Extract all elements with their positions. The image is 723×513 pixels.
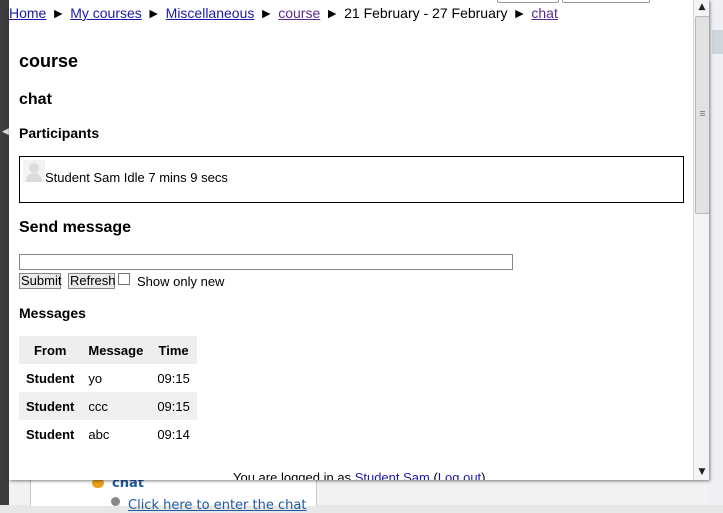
background-right-strip	[712, 30, 723, 54]
show-only-new-checkbox[interactable]	[118, 273, 130, 285]
breadcrumb-chat[interactable]: chat	[531, 5, 557, 21]
column-header-from: From	[19, 336, 82, 364]
message-input[interactable]	[19, 254, 513, 270]
table-header-row: From Message Time	[19, 336, 197, 364]
table-row: Student abc 09:14	[19, 420, 197, 448]
chat-heading: chat	[19, 91, 52, 108]
table-row: Student ccc 09:15	[19, 392, 197, 420]
breadcrumb-separator: ►	[51, 5, 66, 21]
message-time: 09:15	[150, 392, 197, 420]
collapse-arrow-icon[interactable]: ◀	[2, 128, 9, 137]
logout-link[interactable]: Log out	[438, 470, 481, 480]
message-text: abc	[81, 420, 151, 448]
chat-content: Home ► My courses ► Miscellaneous ► course ► 21 …	[9, 0, 693, 480]
breadcrumb-separator: ►	[512, 5, 527, 21]
participants-list: Student Sam Idle 7 mins 9 secs	[19, 156, 684, 203]
chat-popup-window: Home ► My courses ► Miscellaneous ► course ► 21 …	[9, 0, 709, 480]
message-text: ccc	[81, 392, 151, 420]
table-row: Student yo 09:15	[19, 364, 197, 392]
messages-heading: Messages	[19, 305, 86, 321]
avatar-body	[26, 173, 42, 182]
background-enter-chat-link[interactable]: Click here to enter the chat	[128, 498, 306, 513]
message-from: Student	[19, 420, 82, 448]
background-right-panel	[709, 0, 723, 505]
column-header-time: Time	[150, 336, 197, 364]
scroll-up-icon[interactable]: ▲	[694, 0, 709, 16]
participant-entry: Student Sam Idle 7 mins 9 secs	[45, 170, 228, 185]
logged-in-user-link[interactable]: Student Sam	[355, 470, 430, 480]
message-from: Student	[19, 392, 82, 420]
participant-status: Idle 7 mins 9 secs	[123, 170, 228, 185]
show-only-new-label: Show only new	[137, 274, 225, 289]
scrollbar-grip-icon	[700, 111, 705, 112]
participant-name[interactable]: Student Sam	[45, 170, 120, 185]
vertical-scrollbar[interactable]: ▲ ▼	[693, 0, 709, 480]
avatar-head	[29, 163, 39, 173]
column-header-message: Message	[81, 336, 151, 364]
breadcrumb: Home ► My courses ► Miscellaneous ► course ► 21 …	[9, 5, 558, 21]
message-time: 09:15	[150, 364, 197, 392]
login-info: You are logged in as Student Sam (Log ou…	[233, 470, 486, 480]
message-from: Student	[19, 364, 82, 392]
breadcrumb-separator: ►	[325, 5, 340, 21]
participants-heading: Participants	[19, 125, 100, 141]
breadcrumb-home[interactable]: Home	[9, 5, 46, 21]
background-left-panel	[0, 0, 9, 505]
message-text: yo	[81, 364, 151, 392]
breadcrumb-miscellaneous[interactable]: Miscellaneous	[166, 5, 255, 21]
course-heading: course	[19, 51, 79, 71]
user-avatar-icon[interactable]	[23, 160, 45, 182]
send-message-heading: Send message	[19, 219, 132, 236]
scrollbar-thumb[interactable]	[695, 16, 709, 214]
submit-button[interactable]: Submit	[19, 273, 61, 289]
login-prefix: You are logged in as	[233, 470, 352, 480]
message-time: 09:14	[150, 420, 197, 448]
scroll-down-icon[interactable]: ▼	[694, 464, 709, 480]
breadcrumb-my-courses[interactable]: My courses	[70, 5, 142, 21]
refresh-button[interactable]: Refresh	[68, 273, 116, 289]
breadcrumb-week: 21 February - 27 February	[344, 5, 508, 21]
breadcrumb-separator: ►	[146, 5, 161, 21]
messages-table: From Message Time Student yo 09:15 Stude…	[19, 336, 197, 448]
breadcrumb-course[interactable]: course	[278, 5, 320, 21]
breadcrumb-separator: ►	[259, 5, 274, 21]
